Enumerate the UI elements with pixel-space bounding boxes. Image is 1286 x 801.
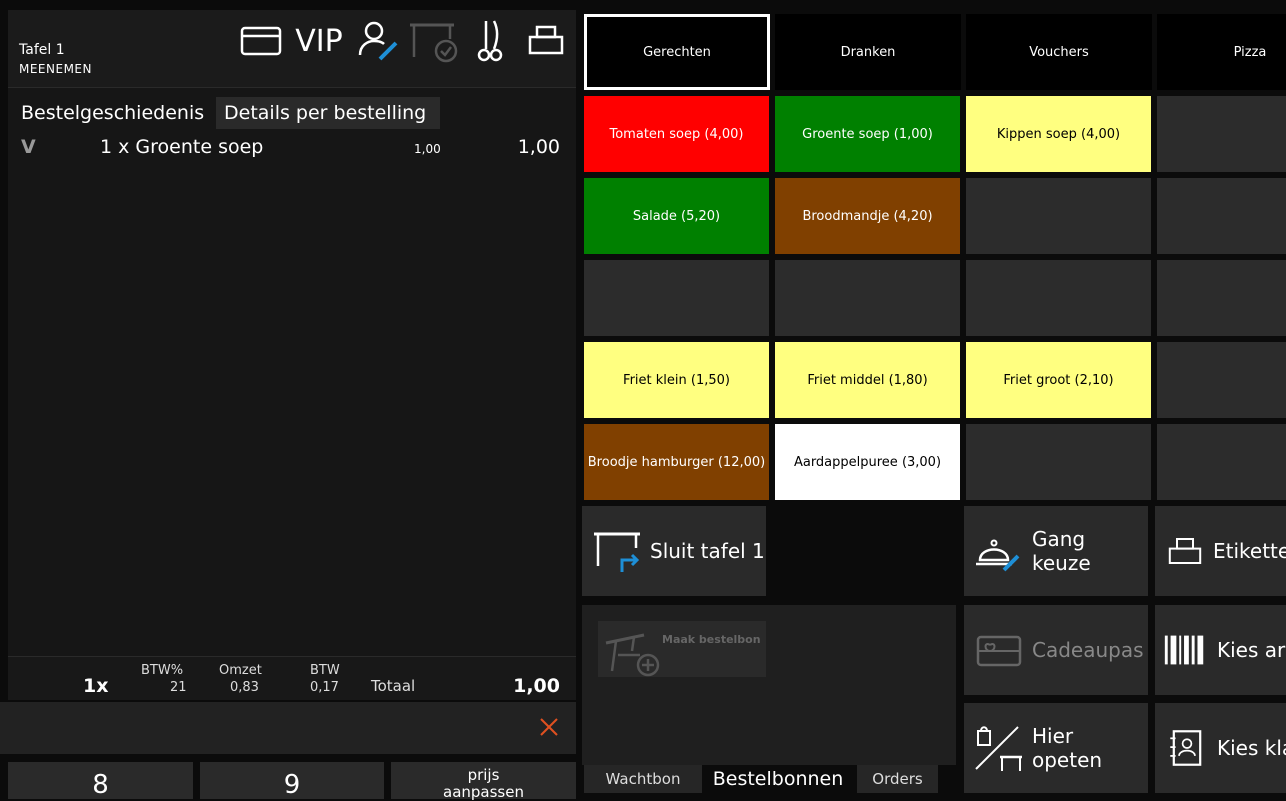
category-vouchers[interactable]: Vouchers bbox=[966, 14, 1152, 90]
knife-icon[interactable] bbox=[474, 18, 506, 64]
product-broodje-hamburger[interactable]: Broodje hamburger (12,00) bbox=[584, 424, 769, 500]
make-order-slip-button[interactable]: Maak bestelbon bbox=[598, 621, 766, 677]
order-slip-panel: Maak bestelbon bbox=[582, 605, 956, 765]
tab-order-history[interactable]: Bestelgeschiedenis bbox=[13, 97, 212, 129]
product-salade[interactable]: Salade (5,20) bbox=[584, 178, 769, 254]
product-empty[interactable] bbox=[1157, 342, 1286, 418]
btw-pct-value: 21 bbox=[170, 680, 187, 695]
course-choice-label: Gang keuze bbox=[1032, 527, 1091, 575]
product-friet-middel[interactable]: Friet middel (1,80) bbox=[775, 342, 960, 418]
labels-label: Etikette bbox=[1213, 539, 1286, 563]
product-empty[interactable] bbox=[1157, 96, 1286, 172]
make-order-slip-label: Maak bestelbon bbox=[662, 633, 761, 646]
product-friet-klein[interactable]: Friet klein (1,50) bbox=[584, 342, 769, 418]
product-broodmandje[interactable]: Broodmandje (4,20) bbox=[775, 178, 960, 254]
product-empty[interactable] bbox=[966, 424, 1151, 500]
eat-here-button[interactable]: Hier opeten bbox=[964, 703, 1148, 793]
price-adjust-button[interactable]: prijs aanpassen bbox=[391, 762, 576, 801]
printer-icon bbox=[1168, 538, 1202, 564]
summary-quantity: 1x bbox=[83, 675, 109, 697]
product-aardappelpuree[interactable]: Aardappelpuree (3,00) bbox=[775, 424, 960, 500]
choose-article-label: Kies ar bbox=[1217, 638, 1286, 662]
order-unit-price: 1,00 bbox=[414, 142, 441, 156]
order-row-total: 1,00 bbox=[517, 136, 560, 158]
table-add-icon bbox=[605, 633, 660, 677]
close-table-label: Sluit tafel 1 bbox=[650, 539, 765, 563]
choose-customer-label: Kies kla bbox=[1217, 736, 1286, 760]
product-tomaten-soep[interactable]: Tomaten soep (4,00) bbox=[584, 96, 769, 172]
table-name: Tafel 1 bbox=[19, 42, 65, 58]
user-edit-icon[interactable] bbox=[354, 18, 402, 64]
search-input-bar[interactable] bbox=[0, 702, 576, 754]
total-label: Totaal bbox=[371, 677, 416, 695]
product-empty[interactable] bbox=[1157, 424, 1286, 500]
course-choice-button[interactable]: Gang keuze bbox=[964, 506, 1148, 596]
printer-icon[interactable] bbox=[526, 18, 566, 64]
keypad-8[interactable]: 8 bbox=[8, 762, 193, 800]
address-book-icon bbox=[1170, 730, 1202, 766]
product-kippen-soep[interactable]: Kippen soep (4,00) bbox=[966, 96, 1151, 172]
omzet-label: Omzet bbox=[219, 663, 262, 678]
price-adjust-line2: aanpassen bbox=[443, 783, 524, 801]
gift-card-icon bbox=[976, 635, 1022, 667]
tab-orders[interactable]: Orders bbox=[857, 765, 938, 793]
omzet-value: 0,83 bbox=[230, 680, 259, 695]
table-exit-icon bbox=[594, 532, 640, 572]
tab-bestelbonnen[interactable]: Bestelbonnen bbox=[706, 765, 850, 793]
order-status: V bbox=[21, 136, 36, 158]
product-groente-soep[interactable]: Groente soep (1,00) bbox=[775, 96, 960, 172]
labels-button[interactable]: Etikette bbox=[1155, 506, 1286, 596]
choose-article-button[interactable]: Kies ar bbox=[1155, 605, 1286, 695]
product-empty[interactable] bbox=[966, 178, 1151, 254]
card-icon[interactable] bbox=[238, 18, 284, 64]
product-empty[interactable] bbox=[1157, 260, 1286, 336]
product-empty[interactable] bbox=[775, 260, 960, 336]
btw-label: BTW bbox=[310, 663, 340, 678]
table-mode: MEENEMEN bbox=[19, 62, 92, 76]
gift-card-label: Cadeaupas bbox=[1032, 638, 1144, 662]
product-empty[interactable] bbox=[1157, 178, 1286, 254]
product-empty[interactable] bbox=[584, 260, 769, 336]
total-value: 1,00 bbox=[513, 675, 560, 697]
category-pizza[interactable]: Pizza bbox=[1157, 14, 1286, 90]
close-icon[interactable] bbox=[538, 716, 560, 742]
keypad-9[interactable]: 9 bbox=[200, 762, 384, 800]
order-row[interactable]: V 1 x Groente soep 1,00 1,00 bbox=[8, 136, 576, 164]
vip-button[interactable]: VIP bbox=[294, 18, 344, 64]
category-dranken[interactable]: Dranken bbox=[775, 14, 961, 90]
tab-wachtbon[interactable]: Wachtbon bbox=[584, 765, 702, 793]
tab-details-per-order[interactable]: Details per bestelling bbox=[216, 97, 440, 129]
order-description: 1 x Groente soep bbox=[100, 136, 264, 158]
choose-customer-button[interactable]: Kies kla bbox=[1155, 703, 1286, 793]
barcode-icon bbox=[1164, 635, 1204, 665]
category-gerechten[interactable]: Gerechten bbox=[584, 14, 770, 90]
btw-value: 0,17 bbox=[310, 680, 339, 695]
eat-here-label: Hier opeten bbox=[1032, 724, 1103, 772]
cloche-icon bbox=[976, 539, 1020, 572]
gift-card-button[interactable]: Cadeaupas bbox=[964, 605, 1148, 695]
price-adjust-line1: prijs bbox=[467, 766, 500, 784]
eat-here-icon bbox=[975, 726, 1022, 771]
order-summary: 1x BTW% 21 Omzet 0,83 BTW 0,17 Totaal 1,… bbox=[8, 656, 576, 700]
close-table-button[interactable]: Sluit tafel 1 bbox=[582, 506, 766, 596]
table-check-icon[interactable] bbox=[408, 18, 460, 64]
product-empty[interactable] bbox=[966, 260, 1151, 336]
product-friet-groot[interactable]: Friet groot (2,10) bbox=[966, 342, 1151, 418]
btw-pct-label: BTW% bbox=[141, 663, 184, 678]
